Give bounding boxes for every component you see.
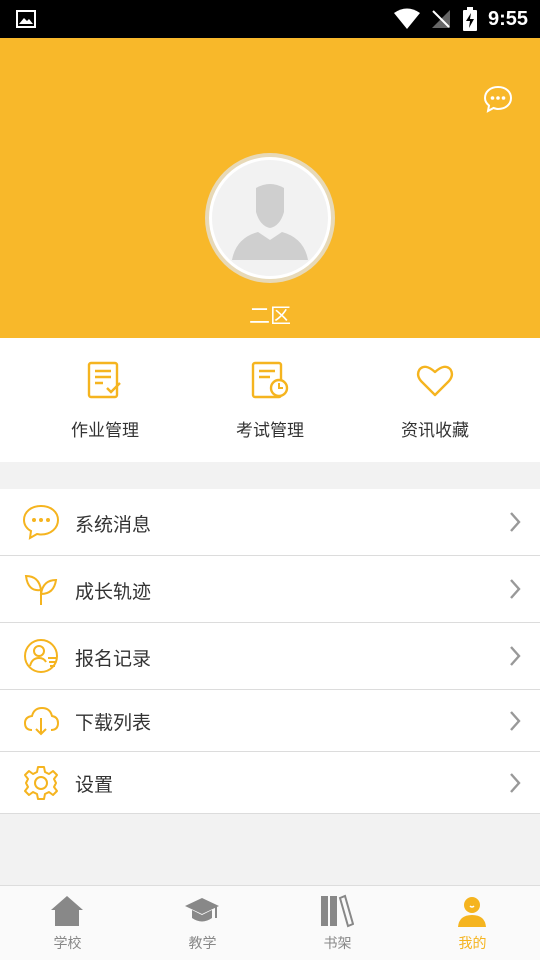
chevron-right-icon [510, 773, 521, 793]
battery-charging-icon [462, 7, 477, 31]
menu-item-growth-track[interactable]: 成长轨迹 [0, 556, 540, 623]
house-icon [51, 896, 83, 926]
quick-label: 考试管理 [236, 421, 304, 441]
menu-item-settings[interactable]: 设置 [0, 752, 540, 814]
menu-item-download-list[interactable]: 下载列表 [0, 690, 540, 752]
person-icon [458, 897, 486, 927]
chat-bubble-icon [22, 504, 60, 540]
settings-menu: 系统消息 成长轨迹 报名记录 下载列表 设置 [0, 489, 540, 814]
menu-label: 下载列表 [75, 712, 152, 734]
menu-label: 成长轨迹 [75, 581, 152, 603]
quick-label: 作业管理 [71, 421, 139, 441]
status-bar: 9:55 [0, 0, 540, 38]
menu-label: 设置 [75, 774, 114, 796]
messages-icon[interactable] [482, 83, 514, 115]
no-signal-icon [431, 10, 450, 28]
cloud-download-icon [23, 706, 60, 736]
tab-mine[interactable]: 我的 [405, 886, 540, 960]
tab-label: 我的 [458, 936, 487, 952]
quick-actions: 作业管理 考试管理 资讯收藏 [0, 338, 540, 462]
menu-label: 报名记录 [75, 648, 152, 670]
menu-item-registration-records[interactable]: 报名记录 [0, 623, 540, 690]
wifi-icon [393, 8, 420, 29]
heart-icon [416, 365, 454, 397]
username: 二区 [249, 304, 291, 328]
user-record-icon [24, 639, 58, 673]
tab-bookshelf[interactable]: 书架 [270, 886, 405, 960]
chevron-right-icon [510, 512, 521, 532]
bookshelf-icon [321, 894, 354, 928]
chevron-right-icon [510, 579, 521, 599]
tab-label: 学校 [53, 936, 82, 952]
avatar[interactable] [205, 153, 335, 283]
quick-label: 资讯收藏 [401, 421, 469, 441]
status-time: 9:55 [487, 7, 528, 30]
exam-clock-icon [251, 361, 289, 399]
gear-icon [24, 766, 58, 800]
image-notification-icon [16, 10, 36, 28]
tab-label: 书架 [323, 936, 352, 952]
profile-header: 二区 [0, 38, 540, 338]
tab-label: 教学 [188, 936, 217, 952]
quick-news-favorites[interactable]: 资讯收藏 [345, 338, 525, 462]
menu-label: 系统消息 [75, 514, 152, 536]
graduation-cap-icon [185, 898, 219, 922]
quick-homework-management[interactable]: 作业管理 [15, 338, 195, 462]
homework-list-icon [87, 361, 121, 399]
default-avatar-icon [232, 184, 308, 260]
sprout-icon [24, 574, 58, 605]
quick-exam-management[interactable]: 考试管理 [180, 338, 360, 462]
chevron-right-icon [510, 711, 521, 731]
tab-school[interactable]: 学校 [0, 886, 135, 960]
menu-item-system-messages[interactable]: 系统消息 [0, 489, 540, 556]
tab-teaching[interactable]: 教学 [135, 886, 270, 960]
chevron-right-icon [510, 646, 521, 666]
bottom-tab-bar: 学校 教学 书架 我的 [0, 885, 540, 960]
